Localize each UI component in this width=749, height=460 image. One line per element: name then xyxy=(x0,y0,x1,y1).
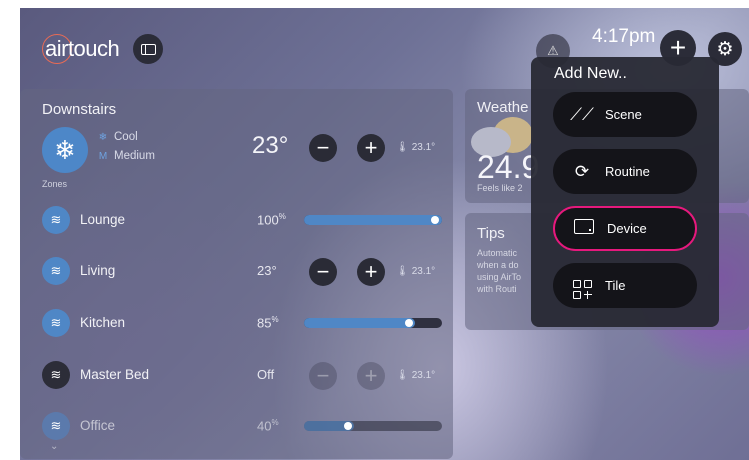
weather-temperature: 24.9 xyxy=(477,149,540,185)
slider-knob[interactable] xyxy=(344,422,352,430)
menu-item-tile[interactable]: Tile xyxy=(553,263,697,308)
menu-item-label: Device xyxy=(607,221,647,236)
cool-mode-icon: ❄ xyxy=(98,131,108,143)
master-bed-decrease-button[interactable]: − xyxy=(309,362,337,390)
zone-row-living: ≋ Living 23° − + 🌡︎ 23.1° xyxy=(20,254,453,290)
airtouch-logo: airtouch xyxy=(42,34,120,64)
downstairs-card: Downstairs ❄ ❄ Cool M Medium 23° − + 🌡︎ … xyxy=(20,89,453,459)
zone-toggle-lounge[interactable]: ≋ xyxy=(42,206,70,234)
living-sensor-reading: 🌡︎ 23.1° xyxy=(396,266,436,277)
zone-toggle-office[interactable]: ≋ xyxy=(42,412,70,440)
slider-knob[interactable] xyxy=(405,319,413,327)
fan-icon: ≋ xyxy=(50,263,62,278)
ac-sensor-value: 23.1° xyxy=(411,142,436,153)
menu-item-device[interactable]: Device xyxy=(553,206,697,251)
scene-icon: ⟋⟋ xyxy=(570,104,594,124)
menu-item-label: Tile xyxy=(605,278,626,293)
downstairs-title: Downstairs xyxy=(42,101,117,118)
device-icon xyxy=(571,218,597,239)
weather-title: Weathe xyxy=(477,99,529,116)
chevron-down-icon[interactable]: ⌄ xyxy=(50,441,58,452)
ac-fan-label: Medium xyxy=(114,150,155,162)
add-new-title: Add New.. xyxy=(554,65,627,82)
ac-fan-speed[interactable]: M Medium xyxy=(98,150,155,162)
zone-value: 40% xyxy=(257,418,279,434)
zone-row-lounge: ≋ Lounge 100% xyxy=(20,203,453,239)
zone-toggle-master-bed[interactable]: ≋ xyxy=(42,361,70,389)
zone-name: Lounge xyxy=(80,212,126,227)
zone-slider-kitchen[interactable] xyxy=(304,318,442,328)
gear-icon: ⚙ xyxy=(716,38,734,60)
slider-fill xyxy=(304,318,415,328)
tips-title: Tips xyxy=(477,225,505,242)
menu-item-label: Routine xyxy=(605,164,650,179)
zone-row-master-bed: ≋ Master Bed Off − + 🌡︎ 23.1° xyxy=(20,358,453,394)
ac-decrease-button[interactable]: − xyxy=(309,134,337,162)
minus-icon: − xyxy=(316,135,330,160)
minus-icon: − xyxy=(316,363,330,388)
routine-icon: ⟳ xyxy=(574,161,590,181)
ac-mode-label: Cool xyxy=(114,131,138,143)
sidebar-toggle-icon xyxy=(140,43,156,55)
ac-setpoint: 23° xyxy=(252,132,289,159)
menu-item-scene[interactable]: ⟋⟋ Scene xyxy=(553,92,697,137)
add-new-menu: Add New.. ⟋⟋ Scene ⟳ Routine Device Tile xyxy=(531,57,719,327)
zone-slider-office[interactable] xyxy=(304,421,442,431)
weather-feels-like: Feels like 2 xyxy=(477,183,523,193)
sidebar-toggle-button[interactable] xyxy=(133,34,163,64)
logo-text: airtouch xyxy=(45,36,120,61)
fan-icon: ≋ xyxy=(50,418,62,433)
fan-speed-icon: M xyxy=(98,150,108,162)
zone-value: Off xyxy=(257,367,275,382)
tile-icon xyxy=(569,273,595,299)
fan-icon: ≋ xyxy=(50,315,62,330)
zone-value: 100% xyxy=(257,212,286,228)
fan-icon: ≋ xyxy=(50,212,62,227)
zone-row-kitchen: ≋ Kitchen 85% xyxy=(20,306,453,342)
app-screen: airtouch ⚠ 4:17pm + ⚙ Downstairs ❄ ❄ Coo… xyxy=(20,8,749,460)
ac-mode[interactable]: ❄ Cool xyxy=(98,131,138,143)
zone-name: Office xyxy=(80,418,116,433)
slider-fill xyxy=(304,215,442,225)
clock-time: 4:17pm xyxy=(592,26,656,47)
thermometer-icon: 🌡︎ xyxy=(396,142,409,153)
living-increase-button[interactable]: + xyxy=(357,258,385,286)
minus-icon: − xyxy=(316,259,330,284)
plus-icon: + xyxy=(364,259,378,284)
zone-value: 23° xyxy=(257,263,277,278)
thermometer-icon: 🌡︎ xyxy=(396,266,409,277)
master-bed-increase-button[interactable]: + xyxy=(357,362,385,390)
zone-row-office: ≋ Office 40% xyxy=(20,409,453,445)
ac-sensor-reading: 🌡︎ 23.1° xyxy=(396,142,435,153)
ac-power-button[interactable]: ❄ xyxy=(42,127,88,173)
zone-name: Master Bed xyxy=(80,367,150,382)
slider-knob[interactable] xyxy=(431,216,439,224)
ac-increase-button[interactable]: + xyxy=(357,134,385,162)
master-bed-sensor-reading: 🌡︎ 23.1° xyxy=(396,370,436,381)
zones-label: Zones xyxy=(42,179,68,189)
menu-item-routine[interactable]: ⟳ Routine xyxy=(553,149,697,194)
plus-icon: + xyxy=(364,135,378,160)
zone-slider-lounge[interactable] xyxy=(304,215,442,225)
zone-toggle-living[interactable]: ≋ xyxy=(42,257,70,285)
fan-icon: ≋ xyxy=(50,367,62,382)
plus-icon: + xyxy=(364,363,378,388)
zone-name: Living xyxy=(80,263,116,278)
living-decrease-button[interactable]: − xyxy=(309,258,337,286)
thermometer-icon: 🌡︎ xyxy=(396,370,409,381)
zone-toggle-kitchen[interactable]: ≋ xyxy=(42,309,70,337)
menu-item-label: Scene xyxy=(605,107,642,122)
snowflake-icon: ❄ xyxy=(54,134,76,165)
zone-name: Kitchen xyxy=(80,315,126,330)
zone-value: 85% xyxy=(257,315,279,331)
